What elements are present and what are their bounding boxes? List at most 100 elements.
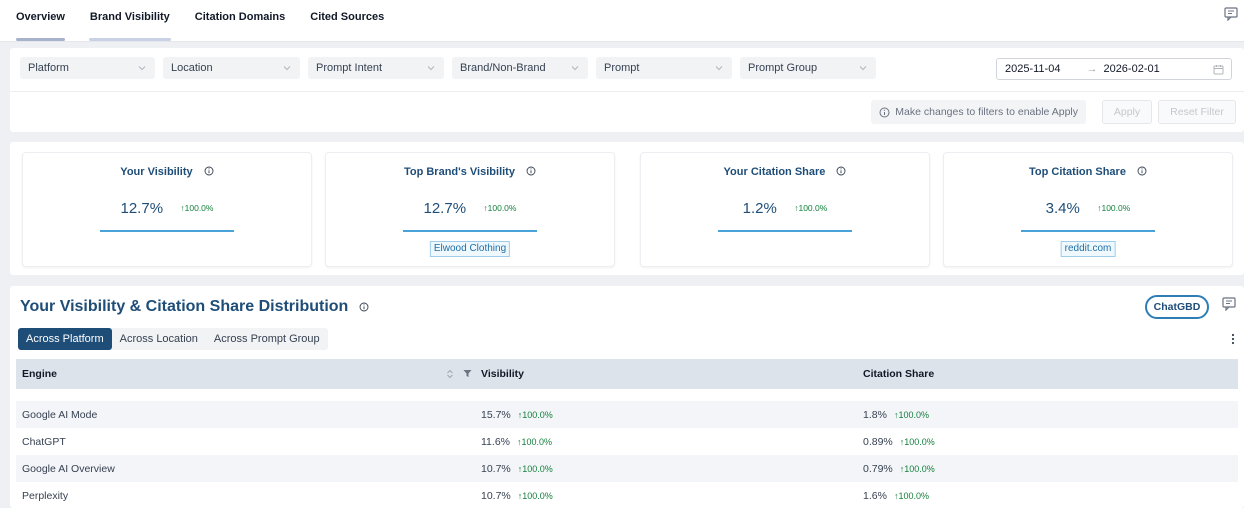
engine-cell: Google AI Mode	[22, 408, 98, 421]
chevron-down-icon	[283, 66, 291, 71]
segment-across-platform[interactable]: Across Platform	[18, 328, 112, 350]
table-row[interactable]: ChatGPT 11.6% ↑100.0% 0.89% ↑100.0%	[16, 428, 1238, 455]
visibility-delta: ↑100.0%	[517, 409, 553, 420]
citation-share-delta: ↑100.0%	[899, 463, 935, 474]
tab-brand-visibility[interactable]: Brand Visibility	[88, 0, 171, 42]
brand-nonbrand-select-label: Brand/Non-Brand	[460, 62, 546, 74]
table-row[interactable]: Perplexity 10.7% ↑100.0% 1.6% ↑100.0%	[16, 482, 1238, 508]
apply-hint-text: Make changes to filters to enable Apply	[895, 106, 1078, 118]
chevron-down-icon	[571, 66, 579, 71]
location-select[interactable]: Location	[163, 57, 300, 79]
date-end[interactable]: 2026-02-01	[1103, 63, 1159, 75]
chatgbd-button[interactable]: ChatGBD	[1145, 295, 1209, 319]
column-header-citation-share[interactable]: Citation Share	[858, 359, 1238, 389]
prompt-select-label: Prompt	[604, 62, 640, 74]
chevron-down-icon	[715, 66, 723, 71]
info-icon[interactable]	[836, 166, 846, 176]
chevron-down-icon	[859, 66, 867, 71]
kpi-delta: ↑100.0%	[1097, 203, 1131, 213]
kpi-your-citation-share: Your Citation Share 1.2% ↑100.0%	[640, 152, 930, 267]
prompt-group-select[interactable]: Prompt Group	[740, 57, 876, 79]
kpi-underline	[100, 230, 234, 232]
engine-cell: Perplexity	[22, 489, 69, 502]
filter-divider	[10, 91, 1244, 92]
citation-share-cell: 0.79% ↑100.0%	[858, 463, 1238, 475]
filter-icon[interactable]	[463, 369, 472, 378]
visibility-value: 11.6%	[481, 435, 510, 448]
visibility-cell: 11.6% ↑100.0%	[476, 436, 858, 448]
prompt-intent-select-label: Prompt Intent	[316, 62, 383, 74]
info-icon[interactable]	[359, 302, 369, 312]
citation-share-delta: ↑100.0%	[893, 409, 929, 420]
citation-share-value: 0.89%	[863, 435, 893, 448]
visibility-cell: 15.7% ↑100.0%	[476, 409, 858, 421]
sort-icon[interactable]	[446, 369, 454, 379]
table-row[interactable]: Google AI Overview 10.7% ↑100.0% 0.79% ↑10…	[16, 455, 1238, 482]
table-row[interactable]: Google AI Mode 15.7% ↑100.0% 1.8% ↑100.0%	[16, 401, 1238, 428]
date-range-picker[interactable]: 2025-11-04 → 2026-02-01	[996, 58, 1232, 80]
kpi-underline	[403, 230, 537, 232]
tab-overview[interactable]: Overview	[16, 0, 65, 42]
platform-select[interactable]: Platform	[20, 57, 155, 79]
citation-share-value: 0.79%	[863, 462, 893, 475]
kpi-value: 1.2%	[742, 200, 777, 217]
tab-citation-domains[interactable]: Citation Domains	[195, 0, 285, 42]
column-header-visibility[interactable]: Visibility	[476, 359, 858, 389]
prompt-intent-select[interactable]: Prompt Intent	[308, 57, 444, 79]
platform-select-label: Platform	[28, 62, 69, 74]
feedback-icon[interactable]	[1224, 7, 1238, 21]
kpi-value: 12.7%	[423, 200, 467, 217]
reset-filter-button[interactable]: Reset Filter	[1158, 100, 1236, 124]
tab-cited-sources[interactable]: Cited Sources	[310, 0, 384, 42]
visibility-value: 10.7%	[481, 489, 511, 502]
distribution-section: Your Visibility & Citation Share Distrib…	[10, 286, 1244, 508]
visibility-cell: 10.7% ↑100.0%	[476, 463, 858, 475]
location-select-label: Location	[171, 62, 213, 74]
segment-across-prompt-group[interactable]: Across Prompt Group	[206, 328, 328, 350]
citation-share-cell: 1.6% ↑100.0%	[858, 490, 1238, 502]
distribution-table: Engine Visibility Citation Share Google …	[16, 359, 1238, 508]
chevron-down-icon	[138, 66, 146, 71]
citation-share-cell: 0.89% ↑100.0%	[858, 436, 1238, 448]
table-body: Google AI Mode 15.7% ↑100.0% 1.8% ↑100.0% …	[16, 389, 1238, 508]
brand-nonbrand-select[interactable]: Brand/Non-Brand	[452, 57, 588, 79]
info-icon[interactable]	[204, 166, 214, 176]
visibility-value: 15.7%	[481, 408, 511, 421]
kpi-top-brand-visibility: Top Brand's Visibility 12.7% ↑100.0% Elw…	[325, 152, 615, 267]
kpi-title: Your Visibility	[120, 166, 193, 178]
kpi-delta: ↑100.0%	[794, 203, 828, 213]
filter-selects: Platform Location Prompt Intent Brand/No…	[20, 57, 884, 79]
kpi-value: 12.7%	[120, 200, 164, 217]
feedback-icon[interactable]	[1222, 297, 1236, 311]
filter-panel: Platform Location Prompt Intent Brand/No…	[10, 48, 1244, 132]
column-header-engine[interactable]: Engine	[16, 359, 476, 389]
info-icon[interactable]	[1137, 166, 1147, 176]
kpi-title: Your Citation Share	[723, 166, 826, 178]
engine-cell: Google AI Overview	[22, 462, 115, 475]
info-icon[interactable]	[526, 166, 536, 176]
apply-button[interactable]: Apply	[1102, 100, 1152, 124]
info-icon	[879, 107, 890, 117]
visibility-cell: 10.7% ↑100.0%	[476, 490, 858, 502]
prompt-group-select-label: Prompt Group	[748, 62, 818, 74]
date-start[interactable]: 2025-11-04	[1005, 63, 1060, 75]
kpi-row: Your Visibility 12.7% ↑100.0% Top Brand'…	[10, 142, 1244, 275]
column-header-label: Engine	[22, 368, 58, 380]
kpi-title: Top Brand's Visibility	[403, 166, 515, 178]
date-range-arrow: →	[1086, 63, 1098, 75]
citation-share-cell: 1.8% ↑100.0%	[858, 409, 1238, 421]
segment-across-location[interactable]: Across Location	[112, 328, 206, 350]
kpi-underline	[718, 230, 852, 232]
prompt-select[interactable]: Prompt	[596, 57, 732, 79]
section-title: Your Visibility & Citation Share Distrib…	[20, 298, 349, 315]
tab-list: Overview Brand Visibility Citation Domai…	[0, 0, 1244, 42]
visibility-delta: ↑100.0%	[517, 463, 553, 474]
apply-hint: Make changes to filters to enable Apply	[871, 100, 1086, 124]
more-options-icon[interactable]	[1231, 333, 1235, 345]
kpi-top-citation-share: Top Citation Share 3.4% ↑100.0% reddit.c…	[943, 152, 1233, 267]
citation-share-delta: ↑100.0%	[899, 436, 935, 447]
visibility-delta: ↑100.0%	[517, 490, 553, 501]
distribution-segment-control: Across Platform Across Location Across P…	[18, 328, 328, 350]
visibility-value: 10.7%	[481, 462, 511, 475]
engine-cell: ChatGPT	[22, 435, 66, 448]
